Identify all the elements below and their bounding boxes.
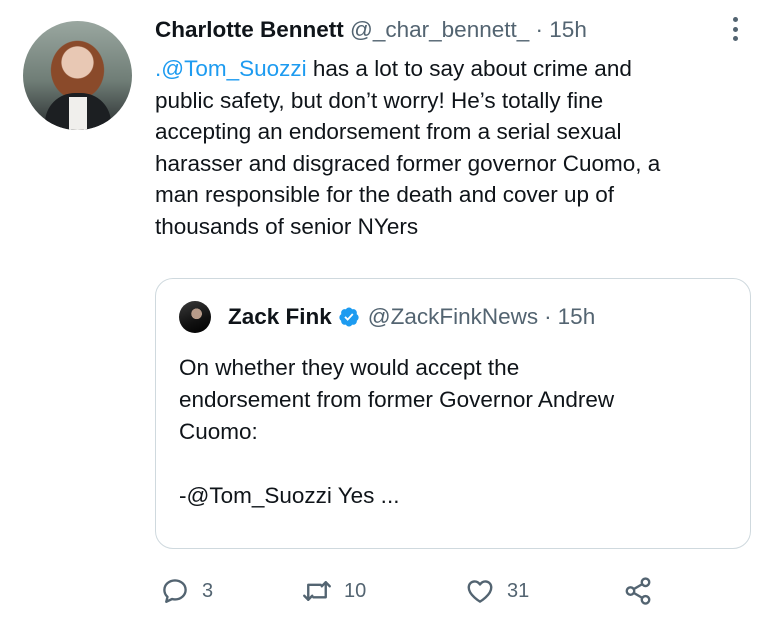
author-name[interactable]: Charlotte Bennett (155, 17, 344, 42)
retweet-button[interactable]: 10 (302, 574, 366, 608)
like-button[interactable]: 31 (465, 574, 529, 608)
quoted-text-line: Cuomo: (179, 419, 258, 444)
author-avatar[interactable] (23, 21, 132, 130)
quoted-tweet-time[interactable]: 15h (558, 301, 596, 333)
more-icon[interactable] (728, 14, 742, 44)
more-dot (732, 36, 738, 41)
reply-count: 3 (202, 579, 214, 602)
like-icon (467, 580, 493, 603)
quoted-text-line: On whether they would accept the (179, 355, 520, 380)
mention-link[interactable]: .@Tom_Suozzi (155, 56, 307, 81)
tweet-text: .@Tom_Suozzi has a lot to say about crim… (155, 53, 745, 242)
quoted-text-line: endorsement from former Governor Andrew (179, 387, 615, 412)
quoted-text-line: -@Tom_Suozzi Yes ... (179, 483, 400, 508)
separator-dot: · (544, 304, 552, 329)
separator-dot: · (535, 17, 544, 42)
retweet-icon (303, 581, 331, 601)
tweet-text-line: man responsible for the death and cover … (155, 182, 615, 207)
avatar-shirt-shape (69, 97, 87, 130)
verified-icon (339, 307, 359, 327)
tweet-actions: 3 10 31 (155, 574, 675, 608)
quoted-tweet-text: On whether they would accept the endorse… (179, 352, 739, 512)
quoted-author-name[interactable]: Zack Fink (228, 301, 332, 333)
retweet-count: 10 (344, 579, 367, 602)
quoted-author-avatar[interactable] (179, 301, 211, 333)
like-count: 31 (507, 579, 530, 602)
author-handle[interactable]: @_char_bennett_ (350, 17, 529, 42)
share-icon (625, 577, 651, 605)
tweet-text-line: harasser and disgraced former governor C… (155, 150, 661, 176)
tweet-text-line: thousands of senior NYers (155, 213, 419, 239)
tweet-time[interactable]: 15h (549, 17, 587, 42)
tweet-text-line: accepting an endorsement from a serial s… (155, 119, 622, 144)
reply-icon (163, 579, 187, 603)
share-button[interactable] (623, 574, 653, 608)
quoted-tweet-card[interactable]: Zack Fink @ZackFinkNews · 15h On whether… (155, 278, 751, 549)
reply-button[interactable]: 3 (160, 574, 213, 608)
quoted-author-handle[interactable]: @ZackFinkNews (368, 301, 538, 333)
more-dot (732, 26, 738, 32)
more-dot (732, 17, 738, 22)
tweet-header: Charlotte Bennett @_char_bennett_ · 15h (155, 14, 587, 46)
quoted-tweet-header: Zack Fink @ZackFinkNews · 15h (228, 301, 595, 333)
quoted-text-line (179, 448, 739, 480)
tweet-text-line: .@Tom_Suozzi has a lot to say about crim… (155, 53, 745, 85)
tweet-text-fragment: has a lot to say about crime and (306, 56, 632, 81)
tweet-text-line: public safety, but don’t worry! He’s tot… (155, 87, 604, 113)
